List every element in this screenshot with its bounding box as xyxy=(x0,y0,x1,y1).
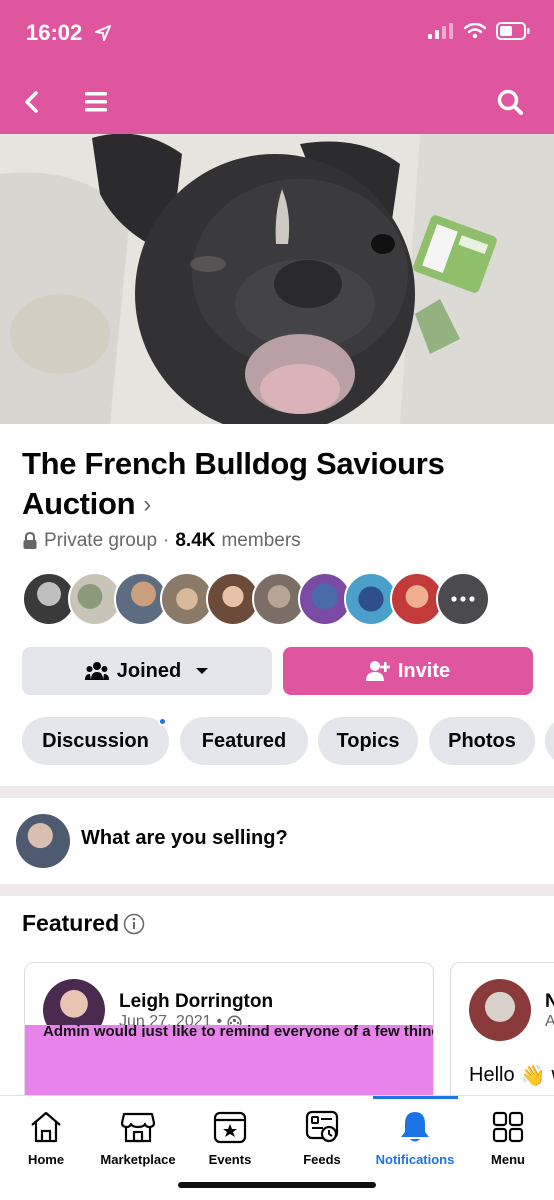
featured-heading: Featured xyxy=(22,910,145,937)
tab-label: Home xyxy=(27,1152,65,1167)
tab-label: Marketplace xyxy=(100,1152,176,1167)
member-avatars[interactable] xyxy=(22,572,490,626)
section-divider xyxy=(0,786,554,798)
marketplace-icon xyxy=(121,1112,155,1143)
hamburger-icon xyxy=(85,92,107,112)
tab-featured[interactable]: Featured xyxy=(180,717,308,765)
separator-dot: · xyxy=(163,530,170,551)
more-dots-icon xyxy=(451,596,475,602)
events-icon xyxy=(213,1111,247,1144)
caret-down-icon xyxy=(196,668,209,674)
user-avatar[interactable] xyxy=(16,814,70,868)
tab-notifications[interactable]: Notifications xyxy=(369,1096,461,1176)
feeds-icon xyxy=(305,1110,339,1143)
grid-menu-icon xyxy=(492,1111,524,1143)
group-title-text: The French Bulldog Saviours Auction xyxy=(22,446,445,521)
chevron-right-icon: › xyxy=(143,491,151,518)
post-preview-text: Hello xyxy=(469,1064,515,1086)
tab-label: Feeds xyxy=(303,1152,341,1167)
tab-label: Events xyxy=(208,1152,252,1167)
tab-label: Discussion xyxy=(42,729,149,752)
signal-icon xyxy=(428,23,453,39)
post-text: Admin would just like to remind everyone… xyxy=(43,1025,434,1037)
tab-label: Notifications xyxy=(375,1152,455,1167)
members-label[interactable]: members xyxy=(221,530,300,552)
featured-title: Featured xyxy=(22,910,120,936)
group-title[interactable]: The French Bulldog Saviours Auction › xyxy=(22,444,522,525)
tab-label: Menu xyxy=(491,1152,525,1167)
location-arrow-icon xyxy=(95,25,111,41)
joined-button[interactable]: Joined xyxy=(22,647,272,695)
group-tabs: Discussion Featured Topics Photos xyxy=(22,717,554,765)
author-name[interactable]: Leigh Dorrington xyxy=(119,991,273,1013)
wifi-icon xyxy=(464,23,486,39)
search-button[interactable] xyxy=(492,84,528,120)
wave-emoji-icon: 👋 xyxy=(520,1065,546,1087)
tab-marketplace[interactable]: Marketplace xyxy=(92,1096,184,1176)
menu-button[interactable] xyxy=(78,84,114,120)
member-count[interactable]: 8.4K xyxy=(175,530,215,552)
tab-feeds[interactable]: Feeds xyxy=(276,1096,368,1176)
section-divider xyxy=(0,884,554,896)
tab-overflow[interactable] xyxy=(545,717,554,765)
add-person-icon xyxy=(365,661,390,681)
tab-discussion[interactable]: Discussion xyxy=(22,717,169,765)
status-time: 16:02 xyxy=(26,20,83,45)
french-bulldog-photo xyxy=(0,134,554,424)
header-bar: 16:02 xyxy=(0,0,554,134)
cover-photo[interactable] xyxy=(0,134,554,424)
invite-button[interactable]: Invite xyxy=(283,647,533,695)
bell-icon xyxy=(401,1112,429,1142)
more-members-button[interactable] xyxy=(436,572,490,626)
tab-label: Topics xyxy=(336,729,400,752)
invite-label: Invite xyxy=(397,659,451,682)
lock-icon xyxy=(23,532,37,549)
author-avatar[interactable] xyxy=(469,979,531,1041)
tab-photos[interactable]: Photos xyxy=(429,717,535,765)
info-icon[interactable] xyxy=(123,913,145,935)
tab-topics[interactable]: Topics xyxy=(318,717,418,765)
tab-events[interactable]: Events xyxy=(184,1096,276,1176)
joined-label: Joined xyxy=(116,659,182,682)
home-icon xyxy=(31,1111,61,1143)
tab-label: Photos xyxy=(448,729,516,752)
featured-post-card[interactable]: Leigh Dorrington Jun 27, 2021 • Admin wo… xyxy=(24,962,434,1112)
home-indicator[interactable] xyxy=(178,1182,376,1188)
back-chevron-icon xyxy=(25,91,38,113)
post-preview: Hello 👋 w xyxy=(469,1063,554,1088)
author-name[interactable]: N xyxy=(545,991,554,1013)
tab-menu[interactable]: Menu xyxy=(462,1096,554,1176)
post-date: A xyxy=(545,1013,554,1031)
privacy-label: Private group xyxy=(44,530,158,551)
battery-icon xyxy=(496,22,530,40)
group-privacy-info: Private group · 8.4K members xyxy=(22,530,301,552)
search-icon xyxy=(497,89,523,115)
group-members-icon xyxy=(84,662,109,680)
composer-prompt[interactable]: What are you selling? xyxy=(81,827,288,850)
featured-post-card[interactable]: N A Hello 👋 w xyxy=(450,962,554,1112)
back-button[interactable] xyxy=(14,84,50,120)
tab-label: Featured xyxy=(201,729,287,752)
tab-home[interactable]: Home xyxy=(0,1096,92,1176)
unread-dot xyxy=(158,717,167,726)
